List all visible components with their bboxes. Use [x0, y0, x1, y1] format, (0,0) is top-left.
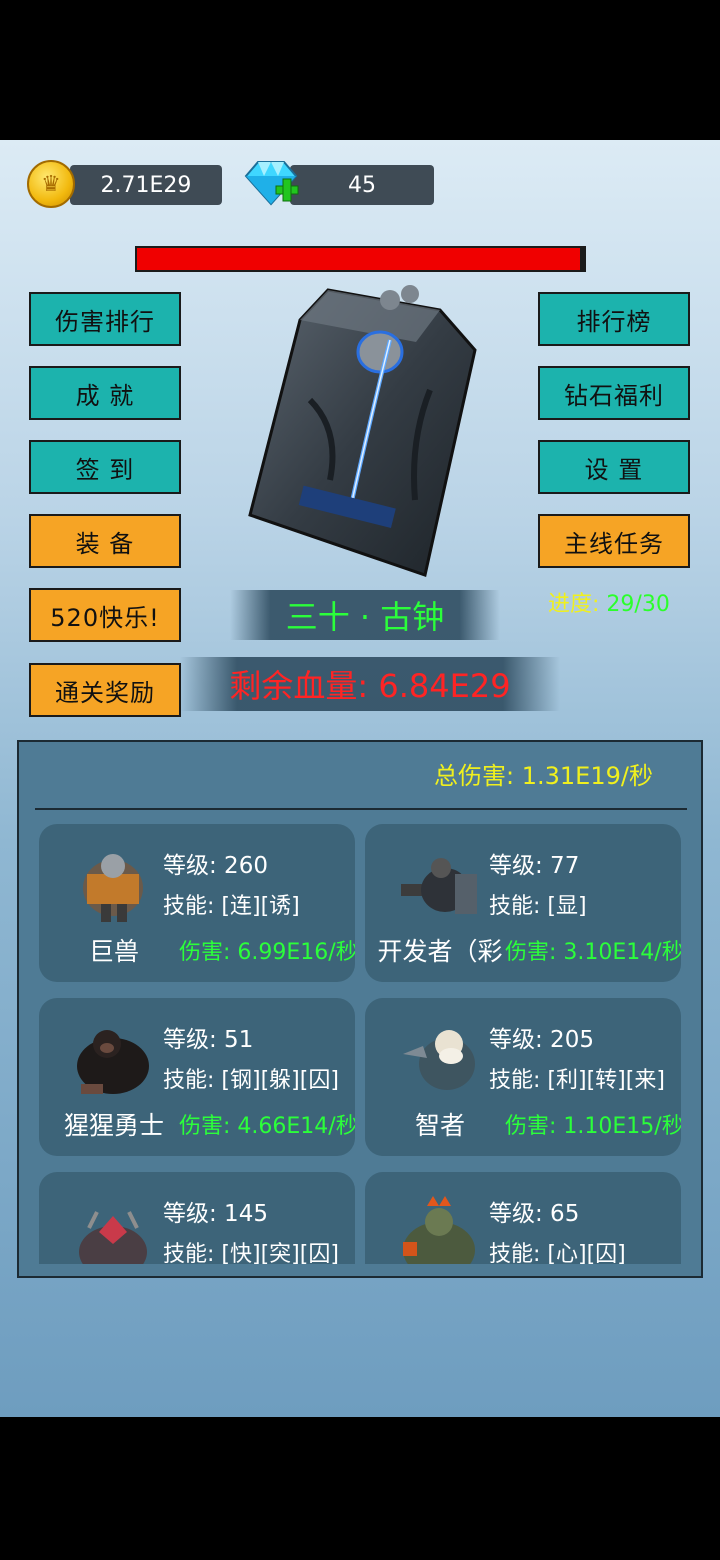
hero-card[interactable]: 等级: 145 技能: [快][突][囚] — [39, 1172, 355, 1264]
ogre-portrait-icon — [403, 1196, 475, 1264]
diamond-benefits-button[interactable]: 钻石福利 — [538, 366, 690, 420]
panel-divider — [35, 808, 687, 810]
hero-level: 等级: 260 — [163, 853, 268, 879]
main-quest-button[interactable]: 主线任务 — [538, 514, 690, 568]
achievements-button[interactable]: 成 就 — [29, 366, 181, 420]
hero-level: 等级: 51 — [163, 1027, 254, 1053]
hero-card[interactable]: 等级: 77 技能: [显] 开发者（彩 伤害: 3.10E14/秒 — [365, 824, 681, 982]
hero-damage: 伤害: 3.10E14/秒 — [505, 940, 681, 965]
hero-card[interactable]: 等级: 51 技能: [钢][躲][囚] 猩猩勇士 伤害: 4.66E14/秒 — [39, 998, 355, 1156]
coin-counter: 2.71E29 — [70, 165, 222, 205]
hero-skills: 技能: [钢][躲][囚] — [163, 1068, 339, 1093]
hero-damage: 伤害: 6.99E16/秒 — [179, 940, 355, 965]
sign-in-button[interactable]: 签 到 — [29, 440, 181, 494]
progress-label: 进度: — [548, 592, 600, 617]
hero-skills: 技能: [利][转][来] — [489, 1068, 665, 1093]
gem-amount: 45 — [348, 172, 376, 198]
hero-level: 等级: 65 — [489, 1201, 580, 1227]
golem-portrait-icon — [79, 1211, 147, 1264]
event-520-button[interactable]: 520快乐! — [29, 588, 181, 642]
boss-remaining-hp: 剩余血量: 6.84E29 — [229, 667, 511, 705]
coin-amount: 2.71E29 — [100, 172, 192, 198]
settings-button[interactable]: 设 置 — [538, 440, 690, 494]
sage-portrait-icon — [403, 1030, 475, 1090]
boss-name: 三十 · 古钟 — [285, 598, 445, 636]
hero-card[interactable]: 等级: 65 技能: [心][囚] — [365, 1172, 681, 1264]
quest-progress: 进度: 29/30 — [548, 586, 670, 618]
crown-coin-icon: ♛ — [27, 160, 75, 208]
beast-portrait-icon — [83, 854, 143, 922]
boss-name-banner: 三十 · 古钟 — [230, 590, 500, 640]
hero-skills: 技能: [连][诱] — [163, 894, 300, 919]
hero-skills: 技能: [心][囚] — [489, 1242, 626, 1264]
hero-skills: 技能: [快][突][囚] — [163, 1242, 339, 1264]
boss-bell-image[interactable] — [240, 280, 490, 580]
hero-card[interactable]: 等级: 205 技能: [利][转][来] 智者 伤害: 1.10E15/秒 — [365, 998, 681, 1156]
hero-card[interactable]: 等级: 260 技能: [连][诱] 巨兽 伤害: 6.99E16/秒 — [39, 824, 355, 982]
hero-name: 开发者（彩 — [377, 937, 503, 966]
hero-panel: 总伤害: 1.31E19/秒 等级: 260 技能: [连][诱] 巨兽 伤害:… — [17, 740, 703, 1278]
hero-level: 等级: 77 — [489, 853, 580, 879]
hero-list[interactable]: 等级: 260 技能: [连][诱] 巨兽 伤害: 6.99E16/秒 等级: … — [39, 824, 689, 1264]
hero-skills: 技能: [显] — [489, 894, 587, 919]
hero-name: 巨兽 — [88, 937, 139, 966]
clear-reward-button[interactable]: 通关奖励 — [29, 663, 181, 717]
developer-portrait-icon — [401, 858, 477, 914]
gorilla-portrait-icon — [77, 1030, 149, 1094]
equipment-button[interactable]: 装 备 — [29, 514, 181, 568]
boss-hp-banner: 剩余血量: 6.84E29 — [180, 657, 560, 711]
boss-hp-fill — [137, 248, 580, 270]
gem-counter: 45 — [290, 165, 434, 205]
hero-damage: 伤害: 4.66E14/秒 — [179, 1114, 355, 1139]
hero-name: 智者 — [414, 1111, 465, 1140]
boss-hp-bar — [135, 246, 586, 272]
game-screen: 2.71E29 ♛ 45 伤害排行 成 就 签 到 装 备 520快乐! 通关奖… — [0, 140, 720, 1417]
progress-value: 29/30 — [606, 592, 670, 617]
hero-level: 等级: 145 — [163, 1201, 268, 1227]
hero-level: 等级: 205 — [489, 1027, 594, 1053]
diamond-add-icon[interactable] — [240, 158, 302, 210]
hero-name: 猩猩勇士 — [63, 1111, 164, 1140]
total-damage: 总伤害: 1.31E19/秒 — [434, 762, 653, 790]
damage-ranking-button[interactable]: 伤害排行 — [29, 292, 181, 346]
hero-damage: 伤害: 1.10E15/秒 — [505, 1114, 681, 1139]
leaderboard-button[interactable]: 排行榜 — [538, 292, 690, 346]
